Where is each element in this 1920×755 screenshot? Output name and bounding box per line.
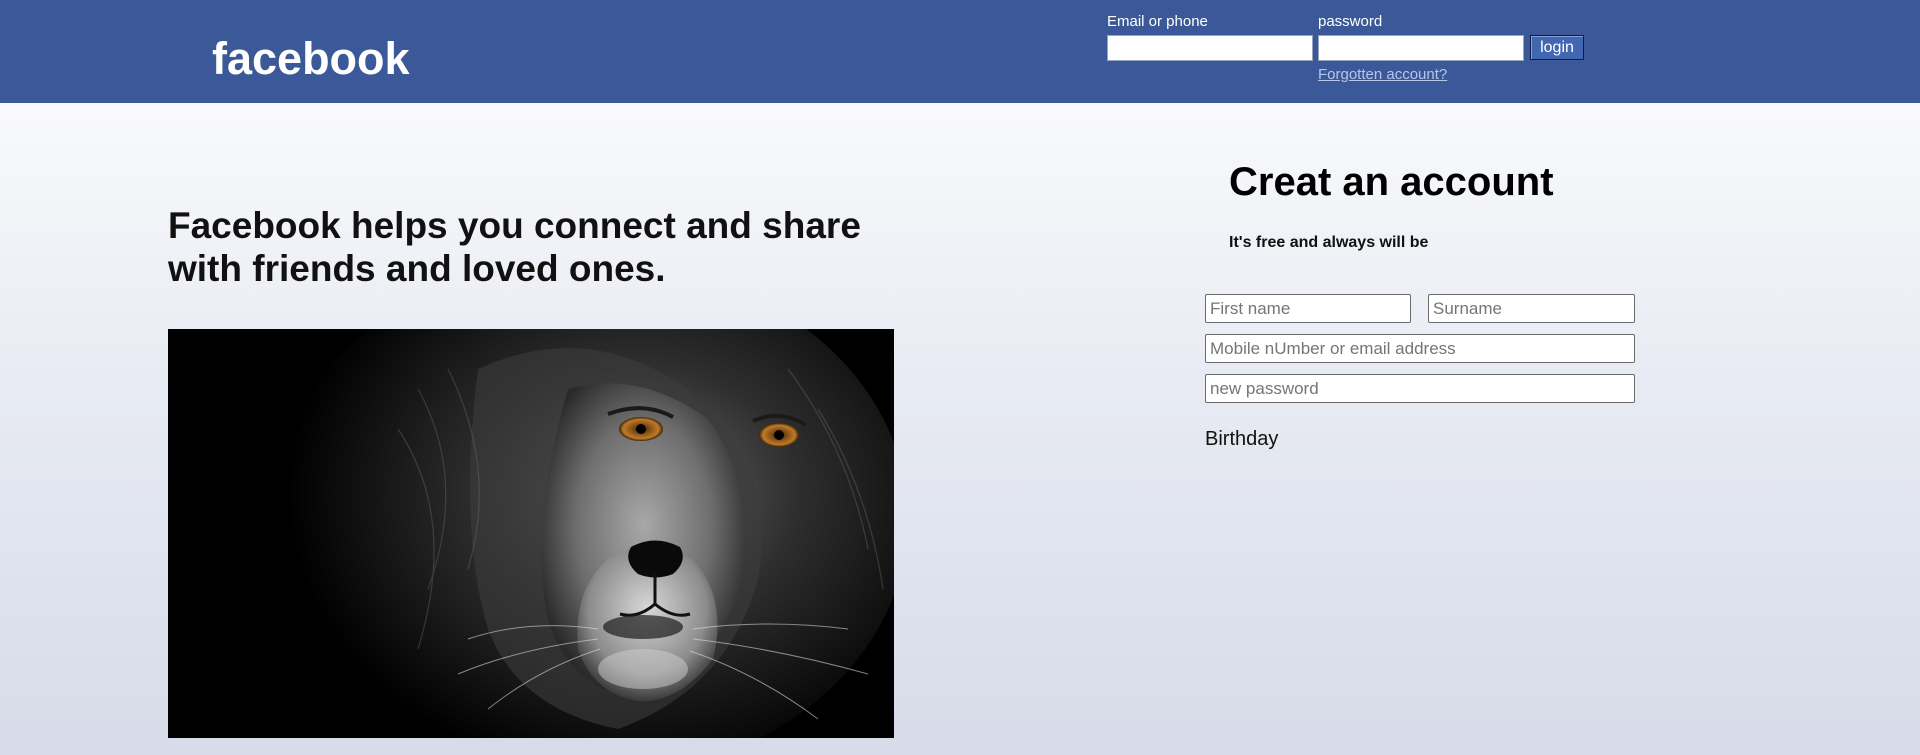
top-navigation-bar: facebook Email or phone password login F… — [0, 0, 1920, 103]
email-or-phone-label: Email or phone — [1107, 13, 1208, 30]
email-or-phone-input[interactable] — [1107, 35, 1313, 61]
lion-photo — [168, 329, 894, 738]
forgotten-account-link[interactable]: Forgotten account? — [1318, 66, 1447, 83]
mobile-or-email-input[interactable] — [1205, 334, 1635, 363]
new-password-input[interactable] — [1205, 374, 1635, 403]
create-account-heading: Creat an account — [1229, 160, 1554, 204]
hero-tagline: Facebook helps you connect and share wit… — [168, 205, 861, 289]
password-input[interactable] — [1318, 35, 1524, 61]
birthday-label: Birthday — [1205, 428, 1279, 450]
create-account-subtitle: It's free and always will be — [1229, 234, 1429, 251]
surname-input[interactable] — [1428, 294, 1635, 323]
password-label: password — [1318, 13, 1383, 30]
lion-photo-illustration — [168, 329, 894, 738]
first-name-input[interactable] — [1205, 294, 1411, 323]
facebook-logo[interactable]: facebook — [212, 33, 410, 85]
login-button[interactable]: login — [1530, 35, 1584, 60]
